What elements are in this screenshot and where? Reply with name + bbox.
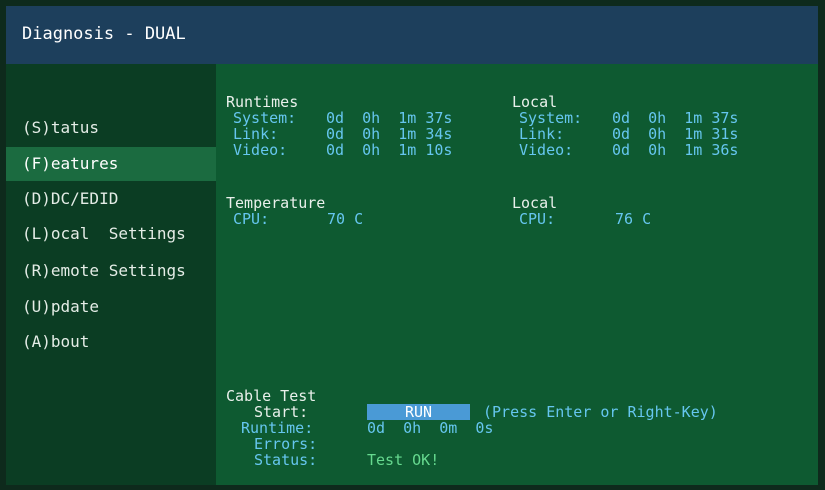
local-temperature-heading: Local	[512, 194, 558, 212]
local-runtime-video-label: Video:	[519, 141, 574, 159]
menu-item-local-settings[interactable]: (L)ocal Settings	[6, 217, 216, 251]
menu-item-features[interactable]: (F)eatures	[6, 147, 216, 181]
window-title: Diagnosis - DUAL	[22, 24, 186, 44]
cpu-temp-value: 70 C	[327, 210, 364, 228]
local-runtime-link-value: 0d 0h 1m 31s	[612, 125, 739, 143]
local-runtime-system-label: System:	[519, 109, 583, 127]
cable-test-status-label: Status:	[254, 451, 318, 469]
local-runtime-video-value: 0d 0h 1m 36s	[612, 141, 739, 159]
menu-item-update[interactable]: (U)pdate	[6, 290, 216, 324]
cable-test-start-label: Start:	[254, 403, 309, 421]
cable-test-heading: Cable Test	[226, 387, 317, 405]
local-runtime-link-label: Link:	[519, 125, 565, 143]
menu-item-ddc-edid[interactable]: (D)DC/EDID	[6, 182, 216, 216]
local-runtime-system-value: 0d 0h 1m 37s	[612, 109, 739, 127]
local-cpu-temp-value: 76 C	[615, 210, 652, 228]
cable-test-runtime-label: Runtime:	[241, 419, 314, 437]
cpu-temp-label: CPU:	[233, 210, 270, 228]
menu-item-status[interactable]: (S)tatus	[6, 111, 216, 145]
cable-test-errors-label: Errors:	[254, 435, 318, 453]
runtime-system-label: System:	[233, 109, 297, 127]
title-bar: Diagnosis - DUAL	[6, 6, 818, 64]
local-cpu-temp-label: CPU:	[519, 210, 556, 228]
cable-test-status-value: Test OK!	[367, 451, 440, 469]
runtime-system-value: 0d 0h 1m 37s	[326, 109, 453, 127]
run-button[interactable]: RUN	[367, 404, 470, 420]
menu-item-about[interactable]: (A)bout	[6, 325, 216, 359]
features-panel: Runtimes System: 0d 0h 1m 37s Link: 0d 0…	[216, 64, 818, 485]
cable-test-runtime-value: 0d 0h 0m 0s	[367, 419, 494, 437]
diagnosis-window: Diagnosis - DUAL (S)tatus (F)eatures (D)…	[6, 6, 818, 485]
runtimes-heading: Runtimes	[226, 93, 299, 111]
cable-test-hint: (Press Enter or Right-Key)	[483, 403, 718, 421]
temperature-heading: Temperature	[226, 194, 326, 212]
menu-item-remote-settings[interactable]: (R)emote Settings	[6, 254, 216, 288]
sidebar-menu: (S)tatus (F)eatures (D)DC/EDID (L)ocal S…	[6, 64, 216, 485]
runtime-link-value: 0d 0h 1m 34s	[326, 125, 453, 143]
local-runtimes-heading: Local	[512, 93, 558, 111]
runtime-video-label: Video:	[233, 141, 288, 159]
runtime-video-value: 0d 0h 1m 10s	[326, 141, 453, 159]
runtime-link-label: Link:	[233, 125, 279, 143]
